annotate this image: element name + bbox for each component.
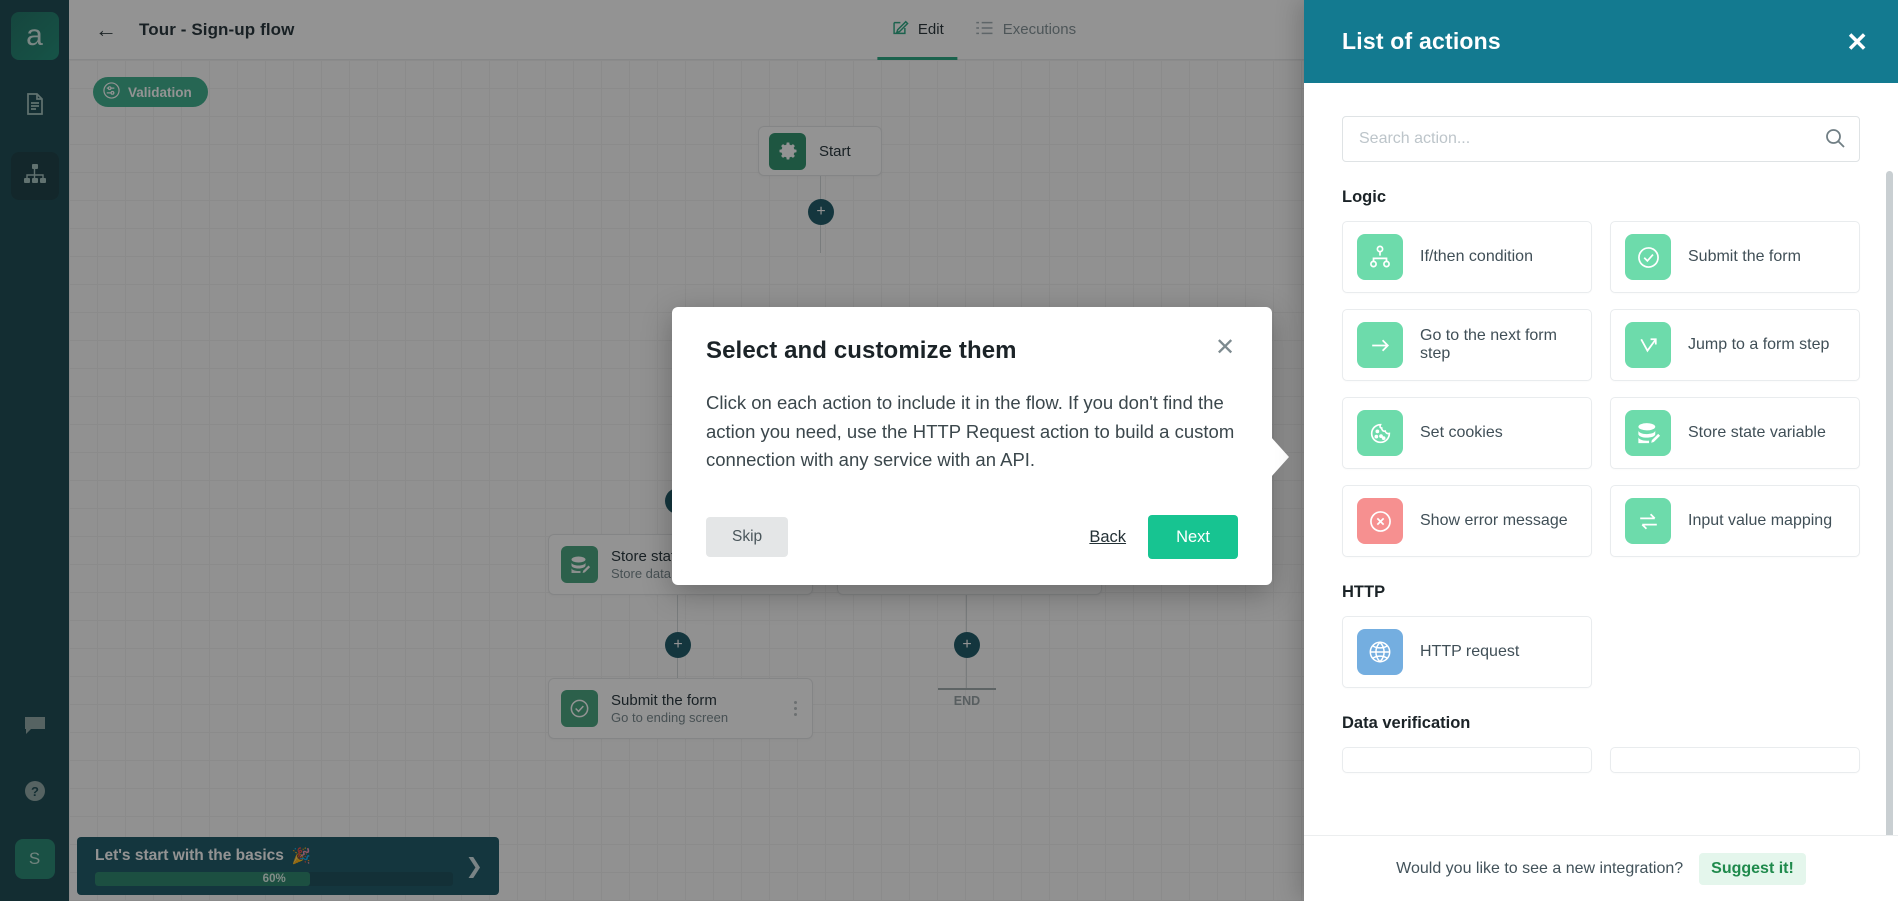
action-card-set-cookies[interactable]: Set cookies (1342, 397, 1592, 469)
group-title-logic: Logic (1342, 188, 1386, 206)
actions-panel-header: List of actions ✕ (1304, 0, 1898, 83)
tour-title: Select and customize them (706, 337, 1017, 364)
action-card-partial-right[interactable] (1610, 747, 1860, 773)
arrow-jump-icon (1625, 322, 1671, 368)
search-icon[interactable] (1824, 127, 1846, 154)
action-card-label: Input value mapping (1688, 512, 1833, 529)
group-title-data-verification: Data verification (1342, 714, 1471, 732)
tour-popover: Select and customize them ✕ Click on eac… (672, 307, 1289, 586)
group-title-http: HTTP (1342, 583, 1386, 601)
next-button[interactable]: Next (1148, 515, 1238, 560)
action-card-submit-the-form[interactable]: Submit the form (1610, 221, 1860, 293)
action-card-label: Go to the next form step (1420, 327, 1557, 362)
panel-scrollbar[interactable] (1886, 171, 1893, 835)
actions-grid-logic: If/then condition Submit the form Go to … (1342, 221, 1860, 557)
close-icon[interactable]: ✕ (1846, 29, 1868, 55)
error-circle-icon (1357, 498, 1403, 544)
action-card-input-value-mapping[interactable]: Input value mapping (1610, 485, 1860, 557)
actions-grid-http: HTTP request (1342, 616, 1860, 688)
action-card-label: Jump to a form step (1688, 336, 1830, 353)
action-card-if-then-condition[interactable]: If/then condition (1342, 221, 1592, 293)
app-root: a ? S ← Tour - Sign-up flow Edit Executi… (0, 0, 1898, 901)
action-card-show-error-message[interactable]: Show error message (1342, 485, 1592, 557)
close-icon[interactable]: ✕ (1212, 336, 1238, 363)
action-card-label: Submit the form (1688, 248, 1801, 265)
arrow-right-icon (1357, 322, 1403, 368)
tour-actions: Skip Back Next (706, 515, 1238, 560)
actions-panel-title: List of actions (1342, 28, 1501, 54)
action-card-store-state-variable[interactable]: Store state variable (1610, 397, 1860, 469)
action-card-http-request[interactable]: HTTP request (1342, 616, 1592, 688)
swap-arrows-icon (1625, 498, 1671, 544)
back-link[interactable]: Back (1089, 528, 1126, 547)
tour-body-text: Click on each action to include it in th… (706, 392, 1235, 471)
action-card-label: Show error message (1420, 512, 1568, 529)
check-circle-icon (1625, 234, 1671, 280)
action-card-partial-left[interactable] (1342, 747, 1592, 773)
actions-grid-data-verification (1342, 747, 1860, 773)
action-card-label: HTTP request (1420, 643, 1520, 660)
action-card-go-to-next-form-step[interactable]: Go to the next form step (1342, 309, 1592, 381)
hierarchy-icon (1357, 234, 1403, 280)
suggest-integration-text: Would you like to see a new integration? (1396, 859, 1684, 877)
actions-panel-footer: Would you like to see a new integration?… (1304, 835, 1898, 901)
action-card-label: Store state variable (1688, 424, 1826, 441)
database-edit-icon (1625, 410, 1671, 456)
action-card-label: Set cookies (1420, 424, 1503, 441)
skip-button[interactable]: Skip (706, 517, 789, 558)
search-input[interactable] (1342, 116, 1860, 162)
actions-panel-scroll[interactable]: Logic If/then condition (1304, 83, 1898, 835)
action-card-jump-to-form-step[interactable]: Jump to a form step (1610, 309, 1860, 381)
tour-header: Select and customize them ✕ (706, 336, 1238, 365)
suggest-it-button[interactable]: Suggest it! (1699, 852, 1806, 885)
globe-icon (1357, 629, 1403, 675)
actions-panel: List of actions ✕ Logic (1304, 0, 1898, 901)
cookie-icon (1357, 410, 1403, 456)
search-wrapper (1342, 116, 1860, 162)
action-card-label: If/then condition (1420, 248, 1533, 265)
tour-nav-group: Back Next (1089, 515, 1238, 560)
